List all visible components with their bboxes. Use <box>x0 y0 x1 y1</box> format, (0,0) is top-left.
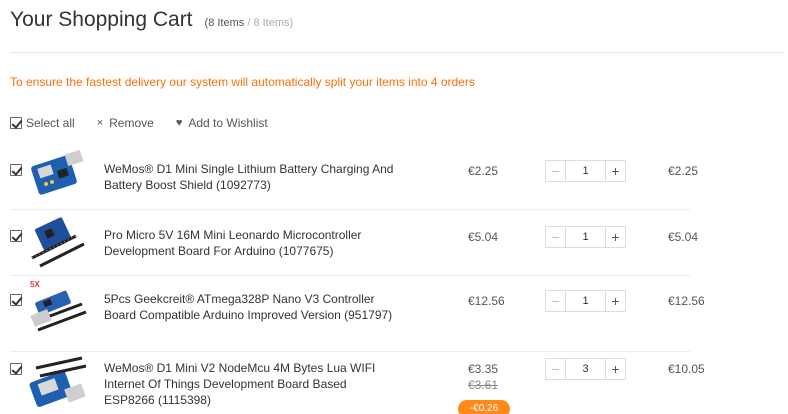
product-name[interactable]: Pro Micro 5V 16M Mini Leonardo Microcont… <box>104 227 394 259</box>
item-count-selected: (8 Items <box>204 17 245 29</box>
split-order-notice: To ensure the fastest delivery our syste… <box>10 75 475 89</box>
close-icon: × <box>96 117 104 129</box>
quantity-stepper[interactable]: − 1 + <box>545 226 626 248</box>
minus-icon[interactable]: − <box>546 291 566 311</box>
select-all-button[interactable]: Select all <box>10 116 75 130</box>
item-checkbox[interactable] <box>10 164 22 176</box>
quantity-input[interactable]: 1 <box>566 161 605 181</box>
cart-header: Your Shopping Cart (8 Items / 8 Items) <box>10 8 293 40</box>
item-subtotal: €12.56 <box>668 294 705 308</box>
plus-icon[interactable]: + <box>605 291 625 311</box>
quantity-input[interactable]: 1 <box>566 291 605 311</box>
quantity-stepper[interactable]: − 1 + <box>545 290 626 312</box>
unit-price: €2.25 <box>468 164 499 178</box>
select-all-label: Select all <box>26 116 75 130</box>
heart-icon: ♥ <box>175 117 183 129</box>
item-checkbox[interactable] <box>10 230 22 242</box>
discount-badge: -€0.26 <box>458 400 510 414</box>
minus-icon[interactable]: − <box>546 227 566 247</box>
minus-icon[interactable]: − <box>546 161 566 181</box>
item-checkbox[interactable] <box>10 294 22 306</box>
item-subtotal: €5.04 <box>668 230 699 244</box>
wishlist-label: Add to Wishlist <box>188 116 268 130</box>
remove-button[interactable]: × Remove <box>97 116 154 130</box>
quantity-input[interactable]: 3 <box>566 359 605 379</box>
row-divider <box>10 209 690 210</box>
quantity-stepper[interactable]: − 3 + <box>545 358 626 380</box>
bulk-actions: Select all × Remove ♥ Add to Wishlist <box>10 116 290 130</box>
plus-icon[interactable]: + <box>605 359 625 379</box>
item-subtotal: €2.25 <box>668 164 699 178</box>
product-thumbnail[interactable] <box>26 150 90 206</box>
item-subtotal: €10.05 <box>668 362 705 376</box>
product-thumbnail[interactable] <box>26 214 90 270</box>
add-to-wishlist-button[interactable]: ♥ Add to Wishlist <box>176 116 268 130</box>
product-name[interactable]: 5Pcs Geekcreit® ATmega328P Nano V3 Contr… <box>104 291 394 323</box>
product-name[interactable]: WeMos® D1 Mini V2 NodeMcu 4M Bytes Lua W… <box>104 360 394 408</box>
minus-icon[interactable]: − <box>546 359 566 379</box>
select-all-checkbox[interactable] <box>10 117 22 129</box>
product-thumbnail[interactable] <box>26 356 90 412</box>
quantity-stepper[interactable]: − 1 + <box>545 160 626 182</box>
plus-icon[interactable]: + <box>605 227 625 247</box>
unit-price: €5.04 <box>468 230 499 244</box>
row-divider <box>10 351 690 352</box>
product-name[interactable]: WeMos® D1 Mini Single Lithium Battery Ch… <box>104 161 394 193</box>
quantity-input[interactable]: 1 <box>566 227 605 247</box>
remove-label: Remove <box>109 116 154 130</box>
page-title: Your Shopping Cart <box>10 8 193 31</box>
unit-price: €3.35 <box>468 362 499 376</box>
item-count: (8 Items / 8 Items) <box>205 17 294 29</box>
unit-price: €12.56 <box>468 294 505 308</box>
original-price: €3.61 <box>468 378 499 392</box>
plus-icon[interactable]: + <box>605 161 625 181</box>
product-thumbnail[interactable] <box>26 282 90 338</box>
header-divider <box>10 52 785 53</box>
item-checkbox[interactable] <box>10 363 22 375</box>
row-divider <box>10 275 690 276</box>
item-count-total: 8 Items) <box>253 17 294 29</box>
